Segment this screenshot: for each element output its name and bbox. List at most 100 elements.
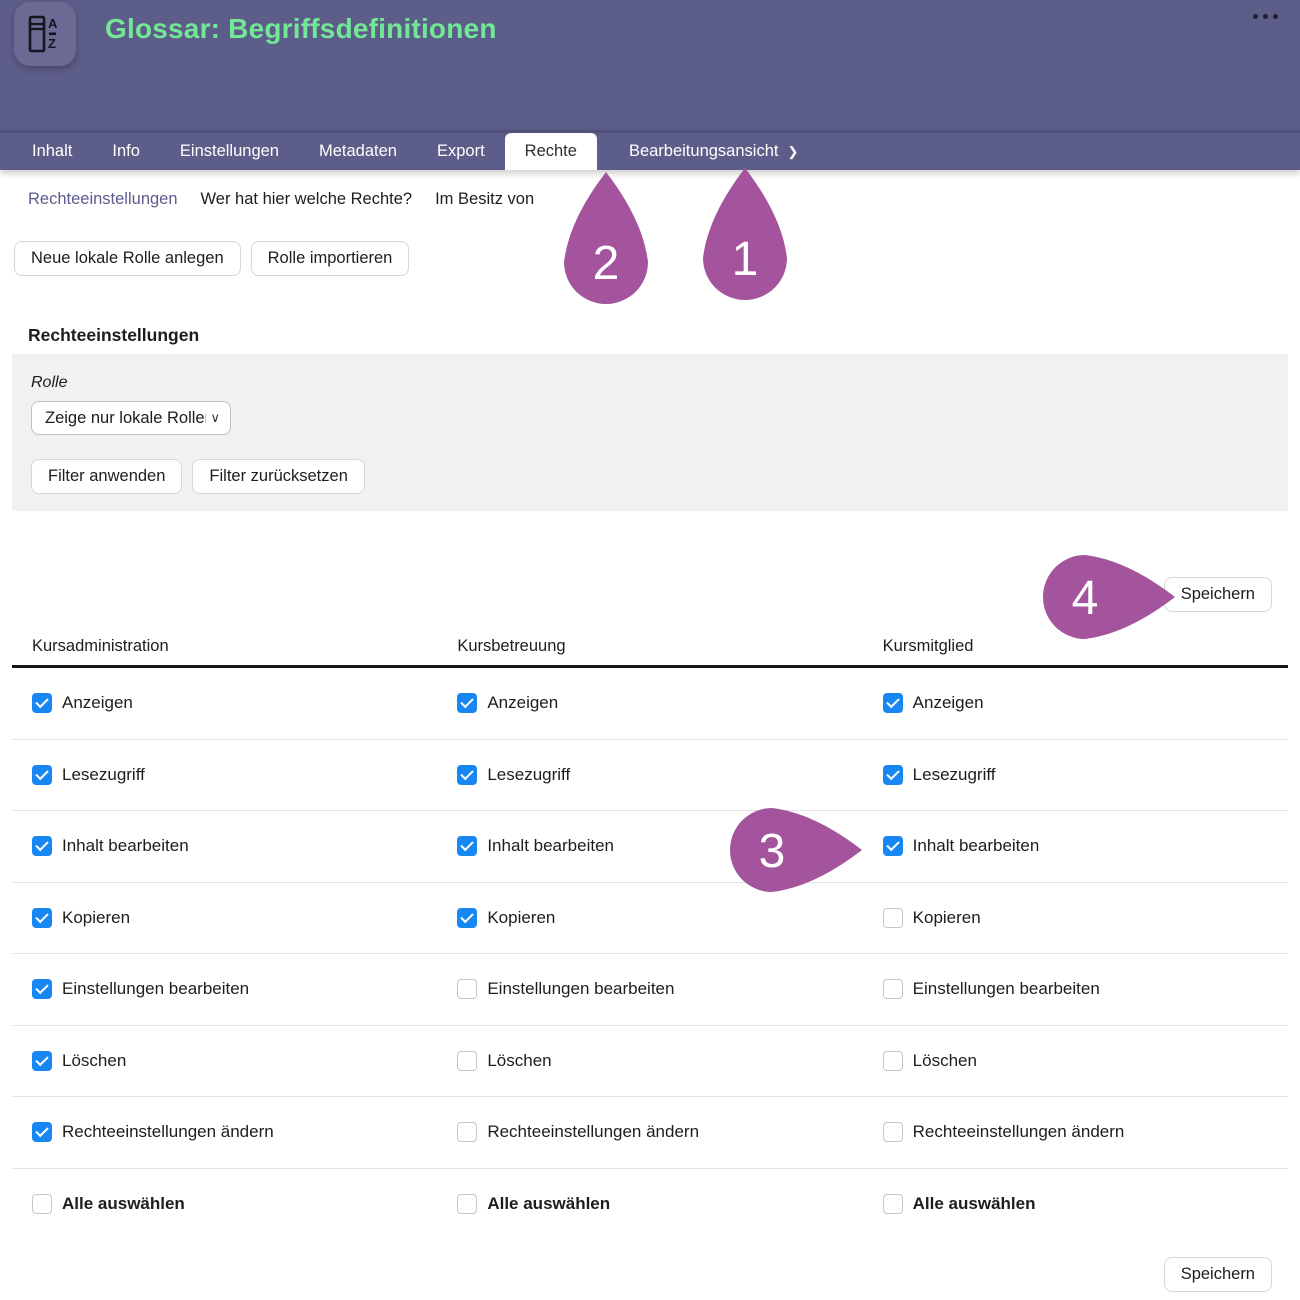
- checkbox-unchecked[interactable]: [883, 1122, 903, 1142]
- permission-label: Einstellungen bearbeiten: [487, 979, 674, 999]
- checkbox-checked[interactable]: [32, 1051, 52, 1071]
- permission-label: Inhalt bearbeiten: [62, 836, 189, 856]
- editor-view-label: Bearbeitungsansicht: [629, 142, 779, 161]
- checkbox-checked[interactable]: [883, 836, 903, 856]
- checkbox-unchecked[interactable]: [457, 1122, 477, 1142]
- checkbox-checked[interactable]: [32, 836, 52, 856]
- checkbox-unchecked[interactable]: [883, 979, 903, 999]
- permission-cell: Einstellungen bearbeiten: [863, 979, 1288, 999]
- tab-export[interactable]: Export: [417, 133, 505, 170]
- permission-label: Löschen: [62, 1051, 126, 1071]
- save-button-bottom[interactable]: Speichern: [1164, 1257, 1272, 1292]
- table-row: Inhalt bearbeiten Inhalt bearbeiten Inhalt…: [12, 811, 1288, 883]
- checkbox-unchecked[interactable]: [883, 908, 903, 928]
- checkbox-checked[interactable]: [883, 693, 903, 713]
- create-role-button[interactable]: Neue lokale Rolle anlegen: [14, 241, 241, 276]
- permissions-rows: Anzeigen Anzeigen Anzeigen Lesezugriff Lesez…: [12, 668, 1288, 1240]
- permission-label: Anzeigen: [487, 693, 558, 713]
- sub-navigation: Rechteeinstellungen Wer hat hier welche …: [0, 170, 1300, 209]
- filter-panel: Rolle Zeige nur lokale Rollen ∨ Filter a…: [12, 354, 1288, 511]
- checkbox-checked[interactable]: [457, 693, 477, 713]
- table-row: Alle auswählen Alle auswählen Alle auswähl…: [12, 1169, 1288, 1241]
- tab-info[interactable]: Info: [92, 133, 160, 170]
- import-role-button[interactable]: Rolle importieren: [251, 241, 410, 276]
- table-row: Anzeigen Anzeigen Anzeigen: [12, 668, 1288, 740]
- permission-cell: Kopieren: [12, 908, 437, 928]
- svg-text:4: 4: [1072, 572, 1099, 625]
- permission-cell: Inhalt bearbeiten: [863, 836, 1288, 856]
- permission-label: Alle auswählen: [487, 1194, 610, 1214]
- permission-cell: Anzeigen: [437, 693, 862, 713]
- tab-metadaten[interactable]: Metadaten: [299, 133, 417, 170]
- tab-rechte[interactable]: Rechte: [505, 133, 597, 170]
- svg-text:1: 1: [732, 233, 759, 286]
- page-title: Glossar: Begriffsdefinitionen: [105, 13, 497, 45]
- permission-label: Rechteeinstellungen ändern: [487, 1122, 699, 1142]
- annotation-marker-1: 1: [702, 168, 788, 301]
- checkbox-checked[interactable]: [883, 765, 903, 785]
- subnav-wer-hat-rechte[interactable]: Wer hat hier welche Rechte?: [201, 190, 413, 209]
- apply-filter-button[interactable]: Filter anwenden: [31, 459, 182, 494]
- permission-label: Löschen: [487, 1051, 551, 1071]
- permission-cell: Rechteeinstellungen ändern: [12, 1122, 437, 1142]
- more-options-icon[interactable]: [1253, 14, 1278, 19]
- checkbox-checked[interactable]: [32, 979, 52, 999]
- filter-buttons: Filter anwenden Filter zurücksetzen: [31, 459, 1269, 494]
- checkbox-checked[interactable]: [457, 836, 477, 856]
- table-row: Rechteeinstellungen ändern Rechteeinstell…: [12, 1097, 1288, 1169]
- checkbox-checked[interactable]: [32, 1122, 52, 1142]
- permission-cell: Alle auswählen: [437, 1194, 862, 1214]
- editor-view-link[interactable]: Bearbeitungsansicht ❯: [609, 133, 818, 170]
- glossary-az-icon: A Z: [28, 14, 62, 54]
- checkbox-unchecked[interactable]: [883, 1051, 903, 1071]
- svg-text:3: 3: [759, 825, 786, 878]
- checkbox-unchecked[interactable]: [457, 979, 477, 999]
- checkbox-unchecked[interactable]: [457, 1194, 477, 1214]
- permission-cell: Lesezugriff: [12, 765, 437, 785]
- table-row: Löschen Löschen Löschen: [12, 1026, 1288, 1098]
- permission-cell: Anzeigen: [12, 693, 437, 713]
- checkbox-checked[interactable]: [457, 765, 477, 785]
- checkbox-unchecked[interactable]: [883, 1194, 903, 1214]
- permission-label: Lesezugriff: [487, 765, 570, 785]
- checkbox-unchecked[interactable]: [457, 1051, 477, 1071]
- permission-label: Anzeigen: [913, 693, 984, 713]
- role-filter-label: Rolle: [31, 374, 1269, 392]
- svg-text:A: A: [48, 16, 58, 31]
- annotation-marker-3: 3: [729, 807, 862, 893]
- reset-filter-button[interactable]: Filter zurücksetzen: [192, 459, 364, 494]
- permission-label: Rechteeinstellungen ändern: [62, 1122, 274, 1142]
- permission-cell: Alle auswählen: [863, 1194, 1288, 1214]
- glossary-app-tile: A Z: [14, 2, 76, 66]
- table-row: KopierenKopierenKopieren: [12, 883, 1288, 955]
- subnav-rechteeinstellungen[interactable]: Rechteeinstellungen: [28, 190, 178, 209]
- permission-cell: Kopieren: [437, 908, 862, 928]
- permission-cell: Rechteeinstellungen ändern: [437, 1122, 862, 1142]
- permission-label: Lesezugriff: [913, 765, 996, 785]
- permission-label: Einstellungen bearbeiten: [913, 979, 1100, 999]
- permission-label: Inhalt bearbeiten: [487, 836, 614, 856]
- role-filter-select[interactable]: Zeige nur lokale Rollen ∨: [31, 401, 231, 435]
- permissions-table: Kursadministration Kursbetreuung Kursmit…: [12, 637, 1288, 1240]
- permission-cell: Einstellungen bearbeiten: [12, 979, 437, 999]
- annotation-marker-4: 4: [1042, 554, 1175, 640]
- save-row-bottom: Speichern: [0, 1257, 1272, 1292]
- chevron-right-icon: ❯: [787, 144, 798, 160]
- checkbox-checked[interactable]: [457, 908, 477, 928]
- permission-label: Rechteeinstellungen ändern: [913, 1122, 1125, 1142]
- tab-einstellungen[interactable]: Einstellungen: [160, 133, 299, 170]
- permission-cell: Kopieren: [863, 908, 1288, 928]
- svg-text:Z: Z: [48, 36, 56, 51]
- annotation-marker-2: 2: [563, 172, 649, 305]
- permission-label: Alle auswählen: [62, 1194, 185, 1214]
- tab-inhalt[interactable]: Inhalt: [12, 133, 92, 170]
- column-header-kursadministration: Kursadministration: [12, 637, 437, 656]
- checkbox-unchecked[interactable]: [32, 1194, 52, 1214]
- checkbox-checked[interactable]: [32, 765, 52, 785]
- checkbox-checked[interactable]: [32, 693, 52, 713]
- subnav-im-besitz-von[interactable]: Im Besitz von: [435, 190, 534, 209]
- permission-cell: Alle auswählen: [12, 1194, 437, 1214]
- permission-cell: Löschen: [863, 1051, 1288, 1071]
- save-button-top[interactable]: Speichern: [1164, 577, 1272, 612]
- checkbox-checked[interactable]: [32, 908, 52, 928]
